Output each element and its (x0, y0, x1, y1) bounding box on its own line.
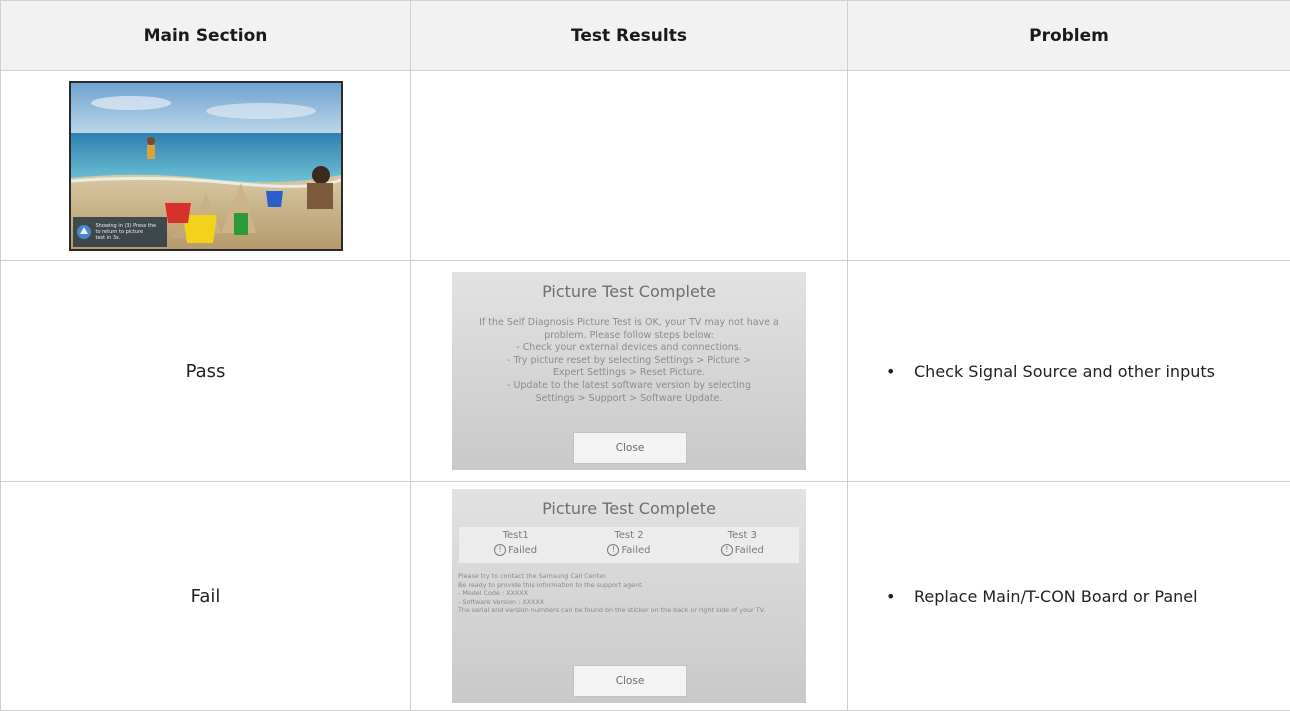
dialog-line: - Update to the latest software version … (470, 380, 788, 393)
problem-text: Replace Main/T-CON Board or Panel (914, 587, 1198, 606)
diagnosis-table: Main Section Test Results Problem (0, 0, 1290, 711)
test-name: Test 3 (728, 530, 757, 541)
table-header-row: Main Section Test Results Problem (1, 1, 1290, 71)
row-label-fail: Fail (1, 482, 411, 711)
dialog-line: - Check your external devices and connec… (470, 342, 788, 355)
picture-cell: Showing in (3) Press the to return to pi… (1, 71, 411, 261)
test-picture-image: Showing in (3) Press the to return to pi… (69, 81, 343, 251)
dialog-body: If the Self Diagnosis Picture Test is OK… (452, 308, 806, 405)
dialog-line: If the Self Diagnosis Picture Test is OK… (470, 317, 788, 330)
dialog-line: Please try to contact the Samsung Call C… (458, 572, 800, 581)
dialog-line: - Software Version : XXXXX (458, 598, 800, 607)
problem-text: Check Signal Source and other inputs (914, 362, 1215, 381)
test-status: Failed (508, 545, 537, 556)
header-main-section: Main Section (1, 1, 411, 71)
header-problem: Problem (848, 1, 1290, 71)
empty-cell (411, 71, 848, 261)
fail-dialog: Picture Test Complete Test1 !Failed Test… (452, 489, 806, 703)
close-button[interactable]: Close (573, 432, 687, 464)
bullet: • (886, 587, 914, 606)
test-status-bar: Test1 !Failed Test 2 !Failed Test 3 !Fai… (459, 527, 799, 563)
dialog-line: - Model Code : XXXXX (458, 589, 800, 598)
test-item: Test 3 !Failed (686, 527, 799, 563)
empty-cell (848, 71, 1290, 261)
dialog-line: The serial and version numbers can be fo… (458, 606, 800, 615)
warning-icon: ! (721, 544, 733, 556)
problem-cell: •Replace Main/T-CON Board or Panel (848, 482, 1290, 711)
osd-line: test in 3s. (96, 235, 157, 241)
pass-dialog-cell: Picture Test Complete If the Self Diagno… (411, 261, 848, 482)
test-status: Failed (621, 545, 650, 556)
table-row: Fail Picture Test Complete Test1 !Failed… (1, 482, 1290, 711)
warning-icon: ! (494, 544, 506, 556)
osd-message: Showing in (3) Press the to return to pi… (73, 217, 167, 247)
fail-dialog-cell: Picture Test Complete Test1 !Failed Test… (411, 482, 848, 711)
test-name: Test 2 (614, 530, 643, 541)
problem-cell: •Check Signal Source and other inputs (848, 261, 1290, 482)
close-button[interactable]: Close (573, 665, 687, 697)
osd-line: Showing in (3) Press the (96, 223, 157, 229)
test-name: Test1 (503, 530, 529, 541)
dialog-body: Please try to contact the Samsung Call C… (452, 563, 806, 615)
table-row: Showing in (3) Press the to return to pi… (1, 71, 1290, 261)
dialog-line: problem. Please follow steps below: (470, 330, 788, 343)
test-status: Failed (735, 545, 764, 556)
dialog-line: Be ready to provide this information to … (458, 581, 800, 590)
bullet: • (886, 362, 914, 381)
dialog-line: Expert Settings > Reset Picture. (470, 367, 788, 380)
header-test-results: Test Results (411, 1, 848, 71)
dialog-line: - Try picture reset by selecting Setting… (470, 355, 788, 368)
test-item: Test1 !Failed (459, 527, 572, 563)
dialog-title: Picture Test Complete (452, 489, 806, 525)
pass-dialog: Picture Test Complete If the Self Diagno… (452, 272, 806, 470)
tv-icon (76, 222, 92, 242)
table-row: Pass Picture Test Complete If the Self D… (1, 261, 1290, 482)
dialog-title: Picture Test Complete (452, 272, 806, 308)
dialog-line: Settings > Support > Software Update. (470, 393, 788, 406)
row-label-pass: Pass (1, 261, 411, 482)
warning-icon: ! (607, 544, 619, 556)
test-item: Test 2 !Failed (572, 527, 685, 563)
